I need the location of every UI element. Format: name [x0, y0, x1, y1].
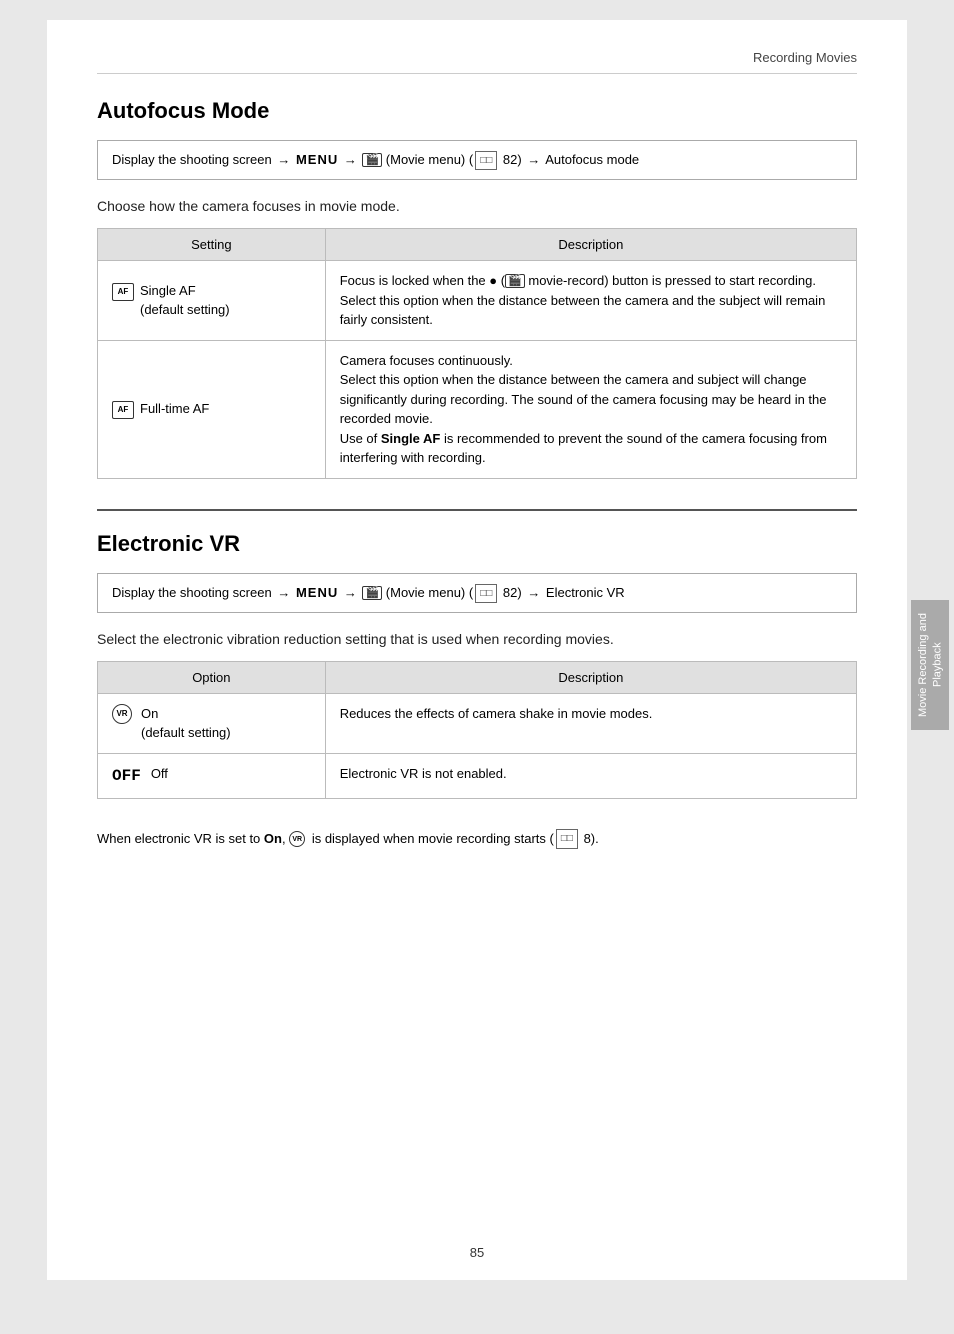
evr-section-title: Electronic VR [97, 531, 857, 557]
table-row: VR On(default setting) Reduces the effec… [98, 693, 857, 753]
sidebar-tab-label: Movie Recording and Playback [916, 600, 945, 730]
evr-bottom-note: When electronic VR is set to On, VR is d… [97, 829, 857, 850]
autofocus-nav-text: Display the shooting screen → MENU → 🎬 (… [112, 152, 639, 167]
table-row: OFF Off Electronic VR is not enabled. [98, 753, 857, 798]
autofocus-col1-header: Setting [98, 229, 326, 261]
evr-row2-description: Electronic VR is not enabled. [325, 753, 856, 798]
off-label: Off [151, 764, 168, 784]
autofocus-row2-setting: AF Full-time AF [98, 340, 326, 478]
vr-on-label: On(default setting) [141, 704, 231, 743]
evr-table: Option Description VR On(default setting… [97, 661, 857, 799]
evr-col2-header: Description [325, 661, 856, 693]
evr-row2-setting: OFF Off [98, 753, 326, 798]
full-time-af-icon: AF [112, 401, 134, 419]
autofocus-row2-description: Camera focuses continuously. Select this… [325, 340, 856, 478]
sidebar-tab: Movie Recording and Playback [911, 600, 949, 730]
off-symbol: OFF [112, 764, 141, 788]
autofocus-nav-box: Display the shooting screen → MENU → 🎬 (… [97, 140, 857, 180]
autofocus-row1-setting: AF Single AF(default setting) [98, 261, 326, 341]
evr-row1-setting: VR On(default setting) [98, 693, 326, 753]
single-af-icon: AF [112, 283, 134, 301]
movie-record-icon: 🎬 [505, 274, 525, 288]
evr-row1-icon-label: VR On(default setting) [112, 704, 311, 743]
autofocus-section-title: Autofocus Mode [97, 98, 857, 124]
evr-intro: Select the electronic vibration reductio… [97, 631, 857, 647]
autofocus-intro: Choose how the camera focuses in movie m… [97, 198, 857, 214]
autofocus-row1-icon-label: AF Single AF(default setting) [112, 281, 311, 320]
page-number: 85 [47, 1245, 907, 1260]
evr-nav-box: Display the shooting screen → MENU → 🎬 (… [97, 573, 857, 613]
vr-display-icon: VR [289, 831, 305, 847]
table-row: AF Single AF(default setting) Focus is l… [98, 261, 857, 341]
autofocus-row2-icon-label: AF Full-time AF [112, 399, 311, 419]
section-divider [97, 509, 857, 511]
page-header: Recording Movies [97, 50, 857, 74]
autofocus-table: Setting Description AF Single AF(default… [97, 228, 857, 479]
autofocus-row1-description: Focus is locked when the ● (🎬 movie-reco… [325, 261, 856, 341]
evr-row2-icon-label: OFF Off [112, 764, 311, 788]
evr-nav-text: Display the shooting screen → MENU → 🎬 (… [112, 585, 625, 600]
page: Recording Movies Autofocus Mode Display … [47, 20, 907, 1280]
vr-on-icon: VR [112, 704, 132, 724]
full-time-af-label: Full-time AF [140, 399, 209, 419]
autofocus-col2-header: Description [325, 229, 856, 261]
header-title: Recording Movies [753, 50, 857, 65]
table-row: AF Full-time AF Camera focuses continuou… [98, 340, 857, 478]
evr-row1-description: Reduces the effects of camera shake in m… [325, 693, 856, 753]
evr-col1-header: Option [98, 661, 326, 693]
single-af-label: Single AF(default setting) [140, 281, 230, 320]
